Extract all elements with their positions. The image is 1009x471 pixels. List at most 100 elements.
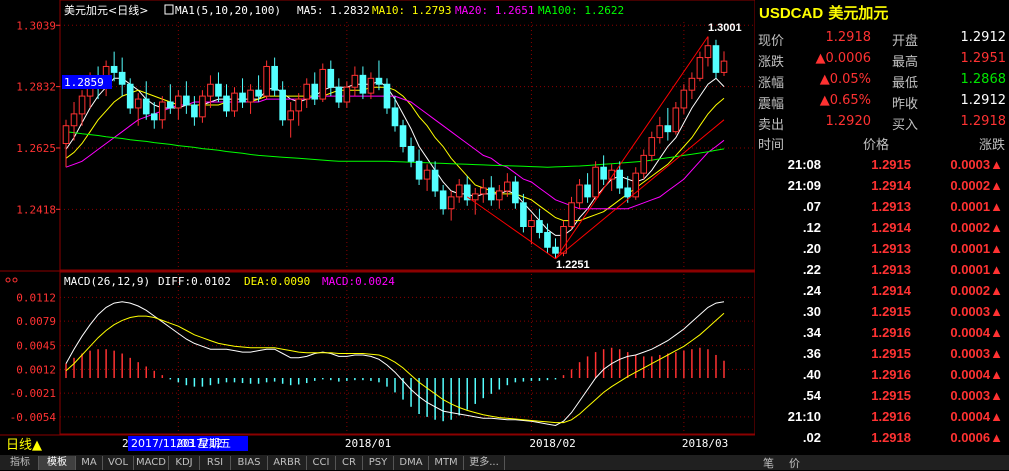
- macd-tick-label: 0.0079: [16, 315, 56, 328]
- tick-time: .20: [802, 241, 821, 256]
- macd-title: MACD(26,12,9): [64, 275, 150, 288]
- indicator-tab[interactable]: MTM: [429, 456, 464, 470]
- x-axis-fragment: 2: [122, 437, 129, 450]
- tick-tab-price[interactable]: 价: [789, 455, 800, 471]
- candle-down: [600, 166, 607, 180]
- tick-row: .36 1.2915 0.0003▲: [755, 343, 1009, 364]
- quote-panel: USDCAD 美元加元 现价 1.2918 开盘 1.2912 涨跌 ▲0.0006 最高 1…: [755, 0, 1009, 470]
- tick-time: .40: [802, 367, 821, 382]
- ma5-value: MA5: 1.2832: [297, 4, 370, 17]
- indicator-tab[interactable]: PSY: [363, 456, 394, 470]
- indicator-tab[interactable]: DMA: [394, 456, 429, 470]
- quote-value: ▲0.65%: [819, 93, 871, 108]
- candle-up: [592, 166, 599, 198]
- tick-change: 0.0001▲: [950, 262, 1003, 277]
- indicator-tab[interactable]: 模板: [39, 456, 76, 470]
- quote-value: 1.2920: [825, 114, 872, 129]
- indicator-tab[interactable]: MA: [76, 456, 103, 470]
- candle-up: [158, 101, 166, 121]
- quote-row: 卖出 1.2920 买入 1.2918: [755, 112, 1009, 133]
- tick-header-time: 时间: [758, 138, 785, 153]
- period-selector[interactable]: 日线▲: [6, 438, 42, 453]
- macd-tick-label: -0.0021: [10, 387, 56, 400]
- tick-change: 0.0004▲: [950, 409, 1003, 424]
- candle-down: [407, 145, 415, 162]
- tick-row: .40 1.2916 0.0004▲: [755, 364, 1009, 385]
- candle-down: [271, 65, 278, 91]
- macd-tick-label: 0.0112: [16, 291, 56, 304]
- candle-up: [351, 74, 359, 88]
- indicator-tab[interactable]: VOL: [103, 456, 134, 470]
- indicator-tab[interactable]: 指标: [2, 456, 39, 470]
- tick-time: .24: [802, 283, 821, 298]
- x-axis-label: 2018/02: [529, 437, 575, 450]
- candle-up: [704, 45, 712, 59]
- tick-row: .30 1.2915 0.0003▲: [755, 301, 1009, 322]
- price-tick-label: 1.3039: [16, 19, 56, 32]
- tick-change: 0.0004▲: [950, 367, 1003, 382]
- candle-up: [231, 92, 238, 112]
- candle-up: [455, 184, 463, 198]
- candle-up: [496, 190, 503, 201]
- macd-close-icon[interactable]: [12, 277, 18, 283]
- candle-up: [295, 98, 303, 112]
- quote-title: USDCAD 美元加元: [759, 2, 888, 26]
- quote-value: 1.2951: [960, 51, 1007, 66]
- indicator-tab[interactable]: MACD: [134, 456, 169, 470]
- candle-down: [520, 202, 527, 228]
- tick-row: 21:09 1.2914 0.0002▲: [755, 175, 1009, 196]
- candle-down: [624, 187, 632, 198]
- quote-value: 1.2868: [960, 72, 1007, 87]
- quote-row: 震幅 ▲0.65% 昨收 1.2912: [755, 91, 1009, 112]
- candle-up: [134, 98, 142, 109]
- x-axis-label: 2017/12: [176, 437, 222, 450]
- candle-up: [479, 187, 487, 195]
- chart-area[interactable]: 1.3039 1.2832 1.2625 1.2418 0.0112 0.0079 0.00…: [0, 0, 755, 455]
- candle-up: [680, 89, 688, 109]
- tick-time: 21:08: [787, 157, 821, 172]
- candle-down: [712, 45, 720, 73]
- tick-row: 21:10 1.2916 0.0004▲: [755, 406, 1009, 427]
- candle-down: [223, 95, 230, 112]
- tick-time: .07: [802, 199, 821, 214]
- candle-down: [616, 169, 623, 189]
- tick-price: 1.2915: [871, 157, 911, 172]
- tick-change: 0.0003▲: [950, 304, 1003, 319]
- candle-up: [696, 57, 704, 79]
- quote-label: 现价: [758, 34, 785, 49]
- tick-price: 1.2915: [871, 304, 911, 319]
- quote-value: 1.2912: [960, 93, 1007, 108]
- tick-change: 0.0003▲: [950, 157, 1003, 172]
- candle-down: [239, 92, 246, 103]
- tick-row: .20 1.2913 0.0001▲: [755, 238, 1009, 259]
- tick-tab-trades[interactable]: 笔: [763, 455, 774, 471]
- indicator-tab[interactable]: ARBR: [268, 456, 307, 470]
- candle-down: [327, 68, 335, 88]
- indicator-tab[interactable]: BIAS: [231, 456, 268, 470]
- tick-row: .24 1.2914 0.0002▲: [755, 280, 1009, 301]
- indicator-tab[interactable]: 更多...: [464, 456, 505, 470]
- candle-up: [423, 169, 431, 180]
- candle-down: [383, 83, 391, 109]
- low-marker: 1.2251: [556, 259, 590, 271]
- tick-change: 0.0006▲: [950, 430, 1003, 445]
- candle-down: [142, 98, 150, 115]
- indicator-tab[interactable]: KDJ: [169, 456, 200, 470]
- macd-settings-icon[interactable]: [5, 277, 11, 283]
- quote-row: 涨幅 ▲0.05% 最低 1.2868: [755, 70, 1009, 91]
- quote-label: 昨收: [892, 97, 919, 112]
- tick-price: 1.2916: [871, 367, 911, 382]
- candle-up: [471, 193, 479, 201]
- indicator-tab[interactable]: CCI: [307, 456, 336, 470]
- quote-value: 1.2918: [960, 114, 1007, 129]
- ma-checkbox-icon[interactable]: [164, 4, 174, 15]
- candle-down: [439, 190, 447, 210]
- indicator-tab[interactable]: CR: [336, 456, 363, 470]
- quote-value: ▲0.0006: [815, 51, 872, 66]
- tick-row: .12 1.2914 0.0002▲: [755, 217, 1009, 238]
- candle-down: [215, 83, 222, 97]
- ma100-value: MA100: 1.2622: [538, 4, 624, 17]
- tick-change: 0.0002▲: [950, 220, 1003, 235]
- indicator-tab[interactable]: RSI: [200, 456, 231, 470]
- x-axis-label: 2018/01: [345, 437, 391, 450]
